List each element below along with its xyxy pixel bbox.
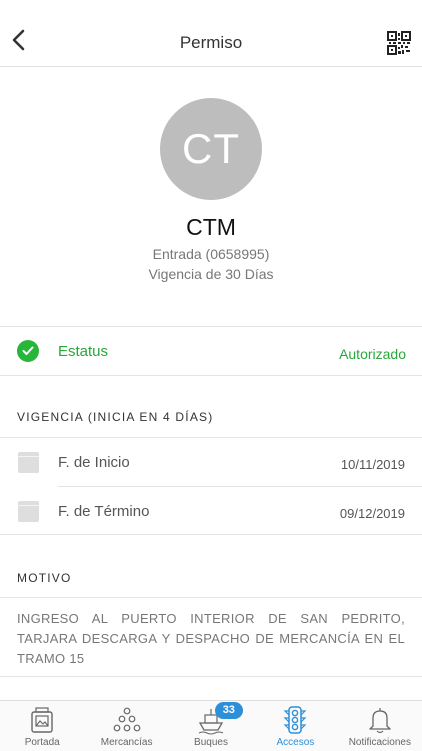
mercancias-icon	[113, 707, 141, 732]
tab-label: Notificaciones	[348, 737, 411, 748]
divider	[0, 597, 422, 598]
notification-badge: 33	[214, 702, 243, 719]
tab-label: Accesos	[276, 737, 315, 748]
divider	[0, 676, 422, 677]
check-circle-icon	[17, 340, 39, 362]
tab-label: Buques	[194, 737, 228, 748]
calendar-icon	[18, 452, 39, 473]
tab-bar: Portada Mercancías 33 Buques Accesos Not…	[0, 700, 422, 751]
start-date-label: F. de Inicio	[58, 454, 130, 471]
entry-number: Entrada (0658995)	[152, 246, 270, 262]
bell-icon	[369, 708, 391, 734]
tab-notificaciones[interactable]: Notificaciones	[338, 701, 422, 751]
traffic-light-icon	[283, 706, 307, 734]
qr-code-button[interactable]	[387, 31, 411, 55]
portada-icon	[31, 707, 53, 733]
motivo-text: INGRESO AL PUERTO INTERIOR DE SAN PEDRIT…	[17, 611, 405, 666]
qr-code-icon	[387, 31, 411, 55]
tab-buques[interactable]: 33 Buques	[169, 701, 253, 751]
tab-portada[interactable]: Portada	[0, 701, 84, 751]
tab-label: Mercancías	[100, 737, 153, 748]
tab-mercancias[interactable]: Mercancías	[84, 701, 168, 751]
motivo-section-header: MOTIVO	[0, 535, 422, 597]
vigencia-header: VIGENCIA (INICIA EN 4 DÍAS)	[17, 410, 214, 424]
end-date-row[interactable]: F. de Término 09/12/2019	[0, 487, 422, 535]
validity-period: Vigencia de 30 Días	[148, 266, 274, 282]
vigencia-section-header: VIGENCIA (INICIA EN 4 DÍAS)	[0, 376, 422, 437]
status-row: Estatus Autorizado	[0, 327, 422, 375]
avatar: CT	[160, 98, 262, 200]
permit-holder-name: CTM	[186, 214, 236, 240]
tab-label: Portada	[24, 737, 60, 748]
end-date-value: 09/12/2019	[339, 506, 405, 521]
motivo-header: MOTIVO	[17, 571, 72, 585]
end-date-label: F. de Término	[58, 503, 150, 520]
navigation-bar: Permiso	[0, 0, 422, 67]
start-date-value: 10/11/2019	[340, 457, 405, 472]
status-label: Estatus	[58, 343, 109, 360]
start-date-row[interactable]: F. de Inicio 10/11/2019	[0, 438, 422, 486]
calendar-icon	[18, 501, 39, 522]
tab-accesos[interactable]: Accesos	[253, 701, 337, 751]
status-value: Autorizado	[339, 346, 406, 362]
page-title: Permiso	[179, 33, 243, 52]
